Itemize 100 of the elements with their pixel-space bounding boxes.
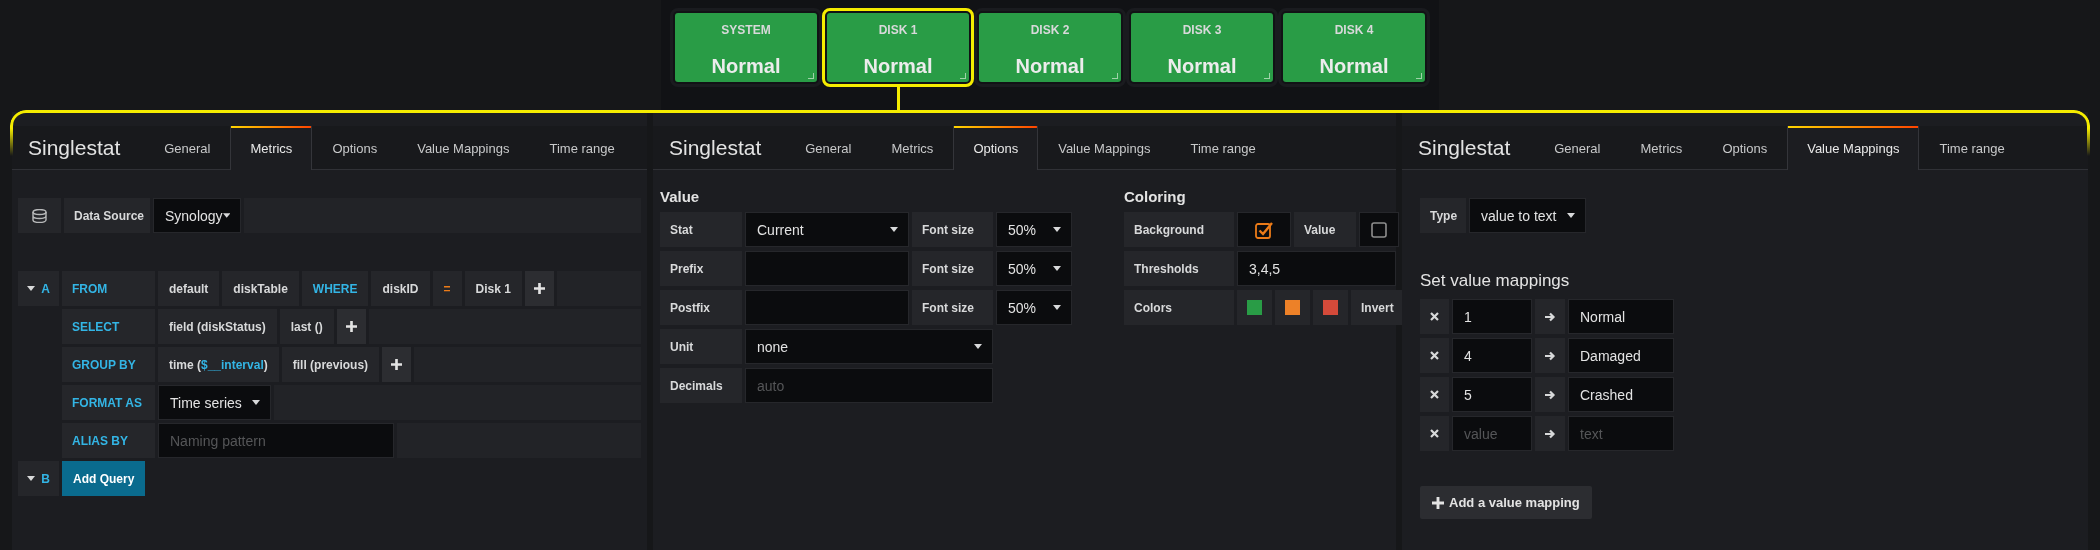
value-input[interactable]: 1	[1452, 299, 1532, 334]
tile-label: DISK 2	[1030, 23, 1070, 37]
data-source-select[interactable]: Synology	[153, 198, 241, 233]
tile-label: DISK 3	[1182, 23, 1222, 37]
query-segment[interactable]: diskTable	[222, 271, 299, 306]
checkbox[interactable]	[1371, 221, 1387, 238]
caret-icon	[1053, 227, 1061, 232]
font-size-select[interactable]: 50%	[996, 290, 1072, 325]
option-select[interactable]: none	[745, 329, 993, 364]
plus-icon	[391, 359, 403, 370]
caret-icon	[1567, 213, 1575, 218]
field-label: Thresholds	[1134, 261, 1199, 276]
color-swatch[interactable]	[1247, 300, 1262, 315]
text-input[interactable]: text	[1568, 416, 1674, 451]
add-mapping-button[interactable]: Add a value mapping	[1420, 486, 1592, 519]
add-query-button[interactable]: Add Query	[62, 461, 146, 496]
query-segment[interactable]: last ()	[279, 309, 334, 344]
invert-button[interactable]: Invert	[1351, 290, 1404, 325]
query-clause-label: GROUP BY	[62, 347, 155, 382]
query-segment[interactable]: diskID	[371, 271, 430, 306]
database-icon	[18, 198, 61, 233]
value-input[interactable]: 5	[1452, 377, 1532, 412]
caret-icon	[974, 344, 982, 349]
add-segment-button[interactable]	[382, 347, 412, 382]
option-select[interactable]: Current	[745, 212, 909, 247]
resize-handle-icon[interactable]	[808, 73, 814, 79]
query-operator[interactable]: =	[432, 271, 462, 306]
tab[interactable]: Value Mappings	[397, 126, 530, 170]
text-input[interactable]: Crashed	[1568, 377, 1674, 412]
query-segment[interactable]: time ($__interval)	[158, 347, 279, 382]
color-swatch[interactable]	[1323, 300, 1338, 315]
tab[interactable]: General	[1534, 126, 1621, 170]
query-clause-label: FORMAT AS	[62, 385, 155, 420]
query-keyword[interactable]: WHERE	[301, 271, 369, 306]
tile-label: DISK 4	[1334, 23, 1374, 37]
text-input[interactable]	[745, 251, 909, 286]
query-toggle[interactable]: B	[18, 461, 59, 496]
value-input[interactable]: 4	[1452, 338, 1532, 373]
caret-icon	[222, 213, 230, 218]
plus-icon	[533, 283, 545, 294]
tab[interactable]: Time range	[1919, 126, 2025, 170]
field-label: Stat	[660, 212, 742, 247]
resize-handle-icon[interactable]	[1416, 73, 1422, 79]
tab[interactable]: Metrics	[871, 126, 954, 170]
query-toggle[interactable]: A	[18, 271, 59, 306]
query-clause-label: SELECT	[62, 309, 155, 344]
query-segment[interactable]: fill (previous)	[281, 347, 380, 382]
panel-title: Singlestat	[27, 134, 122, 161]
value-input[interactable]: value	[1452, 416, 1532, 451]
tab[interactable]: Options	[312, 126, 398, 170]
add-segment-button[interactable]	[336, 309, 366, 344]
resize-handle-icon[interactable]	[1264, 73, 1270, 79]
remove-icon[interactable]	[1430, 429, 1439, 438]
remove-icon[interactable]	[1430, 390, 1439, 399]
color-swatch[interactable]	[1285, 300, 1300, 315]
tab[interactable]: General	[785, 126, 872, 170]
arrow-right-icon	[1544, 428, 1556, 439]
tab[interactable]: Value Mappings	[1038, 126, 1171, 170]
format-select[interactable]: Time series	[158, 385, 271, 420]
field-label: Background	[1124, 212, 1234, 247]
remove-icon[interactable]	[1430, 312, 1439, 321]
font-size-select[interactable]: 50%	[996, 212, 1072, 247]
field-label: Font size	[912, 290, 993, 325]
tile-label: DISK 1	[878, 23, 918, 37]
resize-handle-icon[interactable]	[1112, 73, 1118, 79]
tab[interactable]: Metrics	[230, 126, 313, 170]
tab[interactable]: Options	[953, 126, 1039, 170]
tab[interactable]: Time range	[1170, 126, 1276, 170]
tab[interactable]: Value Mappings	[1787, 126, 1920, 170]
text-input[interactable]: Damaged	[1568, 338, 1674, 373]
query-clause-label: FROM	[62, 271, 155, 306]
text-input[interactable]: Normal	[1568, 299, 1674, 334]
field-label: Font size	[912, 212, 993, 247]
checkbox[interactable]	[1255, 220, 1273, 239]
resize-handle-icon[interactable]	[960, 73, 966, 79]
section-heading: Coloring	[1124, 188, 1187, 205]
caret-icon	[27, 476, 36, 481]
query-segment[interactable]: default	[158, 271, 220, 306]
tile-value: Normal	[711, 55, 781, 78]
arrow-right-icon	[1544, 389, 1556, 400]
section-heading: Value	[660, 188, 701, 205]
type-select[interactable]: value to text	[1469, 198, 1586, 233]
remove-icon[interactable]	[1430, 351, 1439, 360]
text-input[interactable]: auto	[745, 368, 993, 403]
tab[interactable]: Time range	[529, 126, 635, 170]
field-label: Font size	[912, 251, 993, 286]
alias-input[interactable]: Naming pattern	[158, 423, 394, 458]
section-heading: Set value mappings	[1420, 271, 1571, 291]
add-segment-button[interactable]	[524, 271, 554, 306]
text-input[interactable]	[745, 290, 909, 325]
caret-icon	[890, 227, 898, 232]
font-size-select[interactable]: 50%	[996, 251, 1072, 286]
thresholds-input[interactable]: 3,4,5	[1237, 251, 1396, 286]
tab[interactable]: Options	[1702, 126, 1788, 170]
tab[interactable]: General	[144, 126, 231, 170]
query-segment[interactable]: Disk 1	[464, 271, 522, 306]
caret-icon	[1053, 305, 1061, 310]
query-segment[interactable]: field (diskStatus)	[158, 309, 277, 344]
tab[interactable]: Metrics	[1620, 126, 1703, 170]
field-label: Value	[1294, 212, 1356, 247]
